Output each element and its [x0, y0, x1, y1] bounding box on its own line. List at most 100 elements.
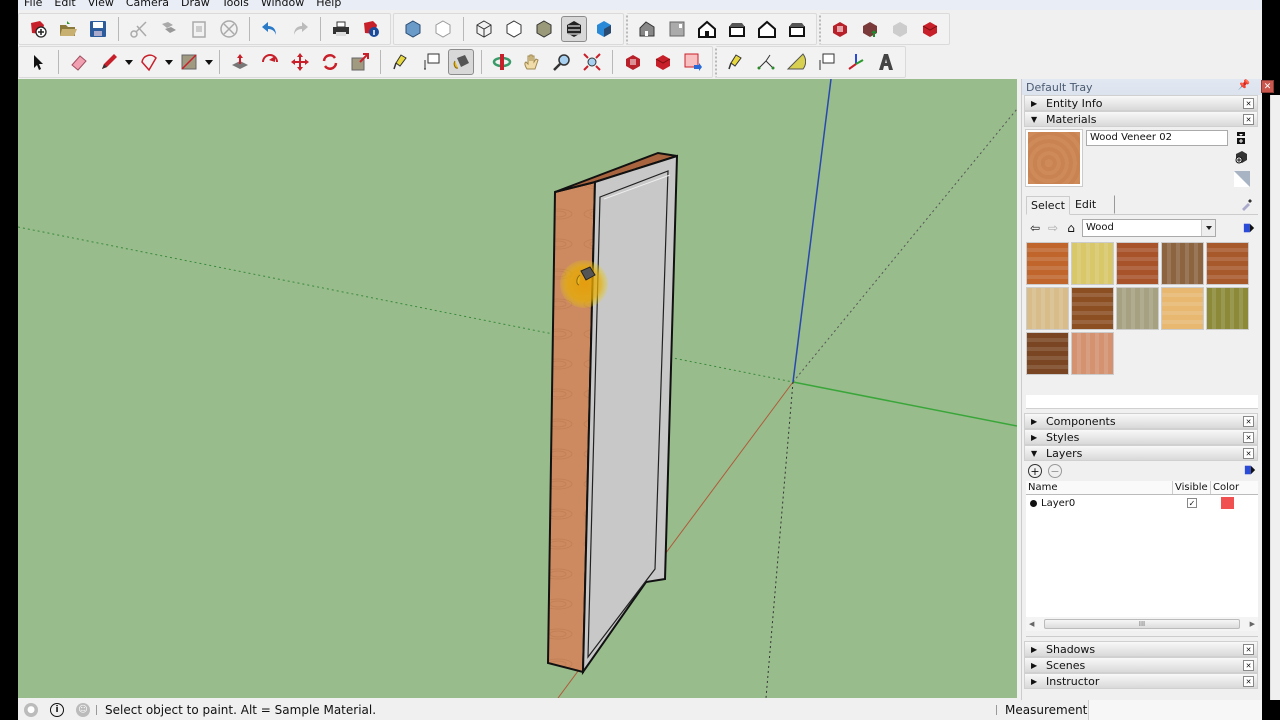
tab-select[interactable]: Select — [1026, 196, 1070, 215]
panel-close-icon[interactable]: ✕ — [1243, 660, 1254, 671]
material-swatch[interactable] — [1071, 332, 1114, 375]
active-layer-radio[interactable] — [1030, 499, 1037, 507]
iso-view-button[interactable] — [634, 16, 660, 42]
panel-close-icon[interactable]: ✕ — [1243, 448, 1254, 459]
share-component-button[interactable] — [887, 16, 913, 42]
panel-entity-info[interactable]: ▶ Entity Info ✕ — [1024, 95, 1258, 111]
monochrome-button[interactable] — [591, 16, 617, 42]
copy-button[interactable] — [156, 16, 182, 42]
get-models-button[interactable] — [620, 49, 646, 75]
material-swatch[interactable] — [1206, 242, 1249, 285]
arc-dropdown[interactable] — [164, 49, 174, 75]
panel-close-icon[interactable]: ✕ — [1243, 98, 1254, 109]
open-button[interactable] — [55, 16, 81, 42]
tab-edit[interactable]: Edit — [1070, 195, 1116, 214]
back-view-button[interactable] — [754, 16, 780, 42]
hidden-line-button[interactable] — [501, 16, 527, 42]
left-view-button[interactable] — [784, 16, 810, 42]
column-header-color[interactable]: Color — [1211, 481, 1244, 494]
material-swatch[interactable] — [1071, 242, 1114, 285]
rectangle-tool-button[interactable] — [176, 49, 202, 75]
tape-measure-tool-button[interactable] — [388, 49, 414, 75]
paint-bucket-tool-button[interactable] — [448, 49, 474, 75]
undo-button[interactable] — [257, 16, 283, 42]
material-swatch[interactable] — [1026, 332, 1069, 375]
scroll-left-arrow-icon[interactable]: ◀ — [1029, 620, 1034, 628]
cut-button[interactable] — [126, 16, 152, 42]
panel-scenes[interactable]: ▶ Scenes ✕ — [1024, 657, 1258, 673]
material-swatch[interactable] — [1026, 242, 1069, 285]
user-account-icon[interactable]: ☺ — [76, 703, 90, 717]
shaded-textures-button[interactable] — [561, 16, 587, 42]
details-button[interactable] — [1240, 219, 1258, 237]
menu-edit[interactable]: Edit — [48, 0, 81, 8]
shaded-button[interactable] — [531, 16, 557, 42]
panel-close-icon[interactable]: ✕ — [1243, 114, 1254, 125]
axes-button[interactable] — [843, 49, 869, 75]
material-swatch[interactable] — [1116, 242, 1159, 285]
panel-materials[interactable]: ▼ Materials ✕ — [1024, 111, 1258, 127]
select-tool-button[interactable] — [25, 49, 51, 75]
3d-warehouse-button[interactable] — [827, 16, 853, 42]
layers-details-icon[interactable] — [1244, 464, 1256, 476]
layer-visible-checkbox[interactable]: ✓ — [1187, 498, 1197, 508]
layer-row[interactable]: Layer0 ✓ — [1026, 495, 1258, 511]
xray-button[interactable] — [400, 16, 426, 42]
redo-button[interactable] — [287, 16, 313, 42]
material-swatch[interactable] — [1206, 287, 1249, 330]
panel-layers[interactable]: ▼ Layers ✕ — [1024, 445, 1258, 461]
tray-vertical-scrollbar[interactable] — [1270, 95, 1280, 700]
wireframe-button[interactable] — [471, 16, 497, 42]
delete-layer-button[interactable]: − — [1048, 464, 1062, 478]
top-view-button[interactable] — [664, 16, 690, 42]
material-swatch[interactable] — [1026, 287, 1069, 330]
forward-button[interactable]: ⇨ — [1044, 219, 1062, 237]
orbit-tool-button[interactable] — [489, 49, 515, 75]
home-button[interactable]: ⌂ — [1062, 219, 1080, 237]
menu-draw[interactable]: Draw — [175, 0, 216, 8]
rotate-tool-button[interactable] — [317, 49, 343, 75]
material-swatch[interactable] — [1161, 287, 1204, 330]
current-material-swatch[interactable] — [1025, 129, 1083, 187]
push-pull-tool-button[interactable] — [227, 49, 253, 75]
share-model-button[interactable] — [857, 16, 883, 42]
menu-window[interactable]: Window — [255, 0, 310, 8]
panel-shadows[interactable]: ▶ Shadows ✕ — [1024, 641, 1258, 657]
door-front-face[interactable] — [581, 154, 679, 676]
extension-warehouse-button[interactable] — [917, 16, 943, 42]
layers-horizontal-scrollbar[interactable]: ◀ III ▶ — [1026, 617, 1258, 631]
menu-view[interactable]: View — [82, 0, 120, 8]
send-to-layout-button[interactable] — [680, 49, 706, 75]
create-material-icon[interactable] — [1234, 150, 1248, 164]
menu-camera[interactable]: Camera — [120, 0, 175, 8]
text-tool-button[interactable] — [418, 49, 444, 75]
panel-close-icon[interactable]: ✕ — [1243, 644, 1254, 655]
pencil-tool-button[interactable] — [96, 49, 122, 75]
measurements-input[interactable] — [1088, 700, 1262, 720]
text2-button[interactable] — [813, 49, 839, 75]
panel-close-icon[interactable]: ✕ — [1243, 432, 1254, 443]
right-view-button[interactable] — [724, 16, 750, 42]
share-model2-button[interactable] — [650, 49, 676, 75]
3d-text-button[interactable] — [873, 49, 899, 75]
geo-location-icon[interactable]: ● — [24, 703, 38, 717]
rectangle-dropdown[interactable] — [204, 49, 214, 75]
pan-tool-button[interactable] — [519, 49, 545, 75]
back-button[interactable]: ⇦ — [1026, 219, 1044, 237]
layer-name[interactable]: Layer0 — [1041, 498, 1075, 509]
zoom-extents-tool-button[interactable] — [579, 49, 605, 75]
back-edges-button[interactable] — [430, 16, 456, 42]
menu-help[interactable]: Help — [310, 0, 347, 8]
tape-measure2-button[interactable] — [723, 49, 749, 75]
zoom-tool-button[interactable] — [549, 49, 575, 75]
scroll-right-arrow-icon[interactable]: ▶ — [1250, 620, 1255, 628]
panel-components[interactable]: ▶ Components ✕ — [1024, 413, 1258, 429]
erase-button[interactable] — [216, 16, 242, 42]
eraser-tool-button[interactable] — [66, 49, 92, 75]
model-info-button[interactable] — [358, 16, 384, 42]
display-secondary-pane-icon[interactable] — [1234, 131, 1248, 145]
menu-file[interactable]: File — [18, 0, 48, 8]
paste-button[interactable] — [186, 16, 212, 42]
front-view-button[interactable] — [694, 16, 720, 42]
credits-info-icon[interactable]: i — [50, 703, 64, 717]
